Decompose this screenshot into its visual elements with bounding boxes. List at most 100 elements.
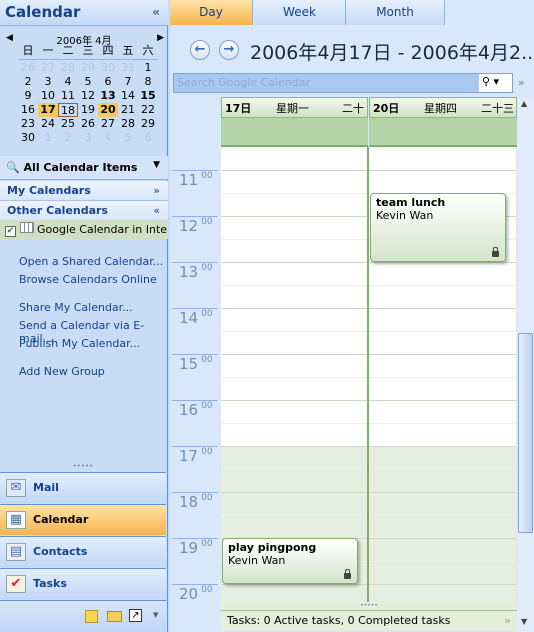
collapse-pane-button[interactable]: «	[152, 5, 160, 19]
expand-tasks-icon[interactable]: »	[504, 614, 511, 627]
date-cell[interactable]: 24	[38, 117, 58, 131]
date-cell[interactable]: 7	[118, 75, 138, 89]
scrollbar-thumb[interactable]	[518, 333, 533, 533]
date-cell[interactable]: 6	[98, 75, 118, 89]
search-folder-icon: 🔍	[6, 161, 20, 174]
event-owner: Kevin Wan	[228, 554, 286, 567]
search-icon[interactable]: ⚲ ▾	[479, 74, 512, 92]
hour-label: 16 00	[172, 400, 218, 446]
checkbox[interactable]: ✔	[5, 226, 16, 237]
folder-icon[interactable]	[107, 611, 122, 622]
nav-button-contacts[interactable]: ▤ Contacts	[0, 536, 166, 567]
event-title: play pingpong	[228, 541, 317, 554]
date-cell[interactable]: 21	[118, 103, 138, 117]
pane-title: Calendar «	[0, 0, 168, 26]
tab-month[interactable]: Month	[346, 0, 445, 25]
date-cell[interactable]: 3	[38, 75, 58, 89]
forward-button[interactable]: →	[219, 40, 239, 60]
all-day-area[interactable]	[369, 118, 517, 147]
expand-query-icon[interactable]: »	[518, 76, 525, 89]
splitter-handle[interactable]: •••••	[221, 602, 517, 610]
hour-label: 17 00	[172, 446, 218, 492]
splitter-handle[interactable]: •••••	[0, 462, 166, 472]
tab-day[interactable]: Day	[170, 0, 253, 25]
tasks-bar: Tasks: 0 Active tasks, 0 Completed tasks…	[221, 610, 517, 631]
date-cell[interactable]: 5	[78, 75, 98, 89]
date-cell[interactable]: 28	[58, 61, 78, 75]
event-team-lunch[interactable]: team lunch Kevin Wan	[370, 193, 506, 262]
collapse-icon: «	[153, 204, 160, 217]
date-cell[interactable]: 1	[38, 131, 58, 145]
configure-buttons-icon[interactable]: ▼	[153, 611, 158, 619]
vertical-scrollbar[interactable]: ▲ ▼	[517, 97, 534, 632]
date-cell[interactable]: 1	[138, 61, 158, 75]
date-cell[interactable]: 29	[138, 117, 158, 131]
nav-button-mail[interactable]: ✉ Mail	[0, 472, 166, 503]
date-cell[interactable]: 17	[38, 103, 58, 117]
other-calendars-header[interactable]: Other Calendars «	[0, 201, 168, 221]
date-cell[interactable]: 30	[18, 131, 38, 145]
date-cell[interactable]: 22	[138, 103, 158, 117]
date-cell[interactable]: 11	[58, 89, 78, 103]
event-play-pingpong[interactable]: play pingpong Kevin Wan	[222, 538, 358, 584]
date-cell[interactable]: 4	[98, 131, 118, 145]
date-cell[interactable]: 2	[18, 75, 38, 89]
search-input[interactable]: Search Google Calendar	[173, 73, 513, 93]
date-cell[interactable]: 4	[58, 75, 78, 89]
link-add-new-group[interactable]: Add New Group	[19, 365, 105, 378]
weekday-label: 六	[142, 44, 154, 57]
scroll-down-icon[interactable]: ▼	[521, 617, 527, 626]
date-cell[interactable]: 30	[98, 61, 118, 75]
link-open-a-shared-calendar[interactable]: Open a Shared Calendar...	[19, 255, 163, 268]
date-cell[interactable]: 31	[118, 61, 138, 75]
date-cell[interactable]: 3	[78, 131, 98, 145]
notes-icon[interactable]	[85, 610, 98, 623]
weekday-label: 日	[22, 44, 34, 57]
date-cell[interactable]: 26	[78, 117, 98, 131]
link-publish-my-calendar[interactable]: Publish My Calendar...	[19, 337, 140, 350]
date-cell[interactable]: 16	[18, 103, 38, 117]
date-cell[interactable]: 26	[18, 61, 38, 75]
next-month-icon[interactable]: ▶	[157, 33, 164, 43]
nav-button-calendar[interactable]: ▦ Calendar	[0, 504, 166, 535]
date-cell[interactable]: 13	[98, 89, 118, 103]
my-calendars-header[interactable]: My Calendars»	[0, 181, 168, 201]
nav-button-tasks[interactable]: ✔ Tasks	[0, 568, 166, 599]
date-cell[interactable]: 19	[78, 103, 98, 117]
hour-label: 12 00	[172, 216, 218, 262]
link-browse-calendars-online[interactable]: Browse Calendars Online	[19, 273, 157, 286]
date-cell[interactable]: 27	[38, 61, 58, 75]
date-cell[interactable]: 2	[58, 131, 78, 145]
date-cell[interactable]: 15	[138, 89, 158, 103]
date-cell[interactable]: 18	[58, 103, 78, 117]
date-cell[interactable]: 29	[78, 61, 98, 75]
hour-label: 18 00	[172, 492, 218, 538]
event-title: team lunch	[376, 196, 446, 209]
hour-label: 15 00	[172, 354, 218, 400]
date-cell[interactable]: 28	[118, 117, 138, 131]
date-cell[interactable]: 6	[138, 131, 158, 145]
all-day-area[interactable]	[221, 118, 368, 147]
date-cell[interactable]: 10	[38, 89, 58, 103]
date-cell[interactable]: 23	[18, 117, 38, 131]
date-cell[interactable]: 14	[118, 89, 138, 103]
back-button[interactable]: ←	[190, 40, 210, 60]
column-divider	[367, 147, 369, 607]
hour-label: 11 00	[172, 170, 218, 216]
calendar-item-google[interactable]: ✔ Google Calendar in Inte	[0, 220, 168, 239]
date-cell[interactable]: 12	[78, 89, 98, 103]
date-cell[interactable]: 9	[18, 89, 38, 103]
column-header-20[interactable]: 20日 星期四 二十三	[369, 97, 517, 118]
shortcut-icon[interactable]: ↗	[129, 609, 142, 622]
date-cell[interactable]: 27	[98, 117, 118, 131]
date-cell[interactable]: 8	[138, 75, 158, 89]
tab-week[interactable]: Week	[254, 0, 346, 25]
column-header-17[interactable]: 17日 星期一 二十	[221, 97, 368, 118]
date-cell[interactable]: 5	[118, 131, 138, 145]
date-cell[interactable]: 20	[98, 103, 118, 117]
date-cell[interactable]: 25	[58, 117, 78, 131]
view-selector[interactable]: 🔍 All Calendar Items ▼	[0, 156, 168, 180]
weekday-label: 一	[42, 44, 54, 57]
scroll-up-icon[interactable]: ▲	[521, 99, 527, 108]
link-share-my-calendar[interactable]: Share My Calendar...	[19, 301, 133, 314]
